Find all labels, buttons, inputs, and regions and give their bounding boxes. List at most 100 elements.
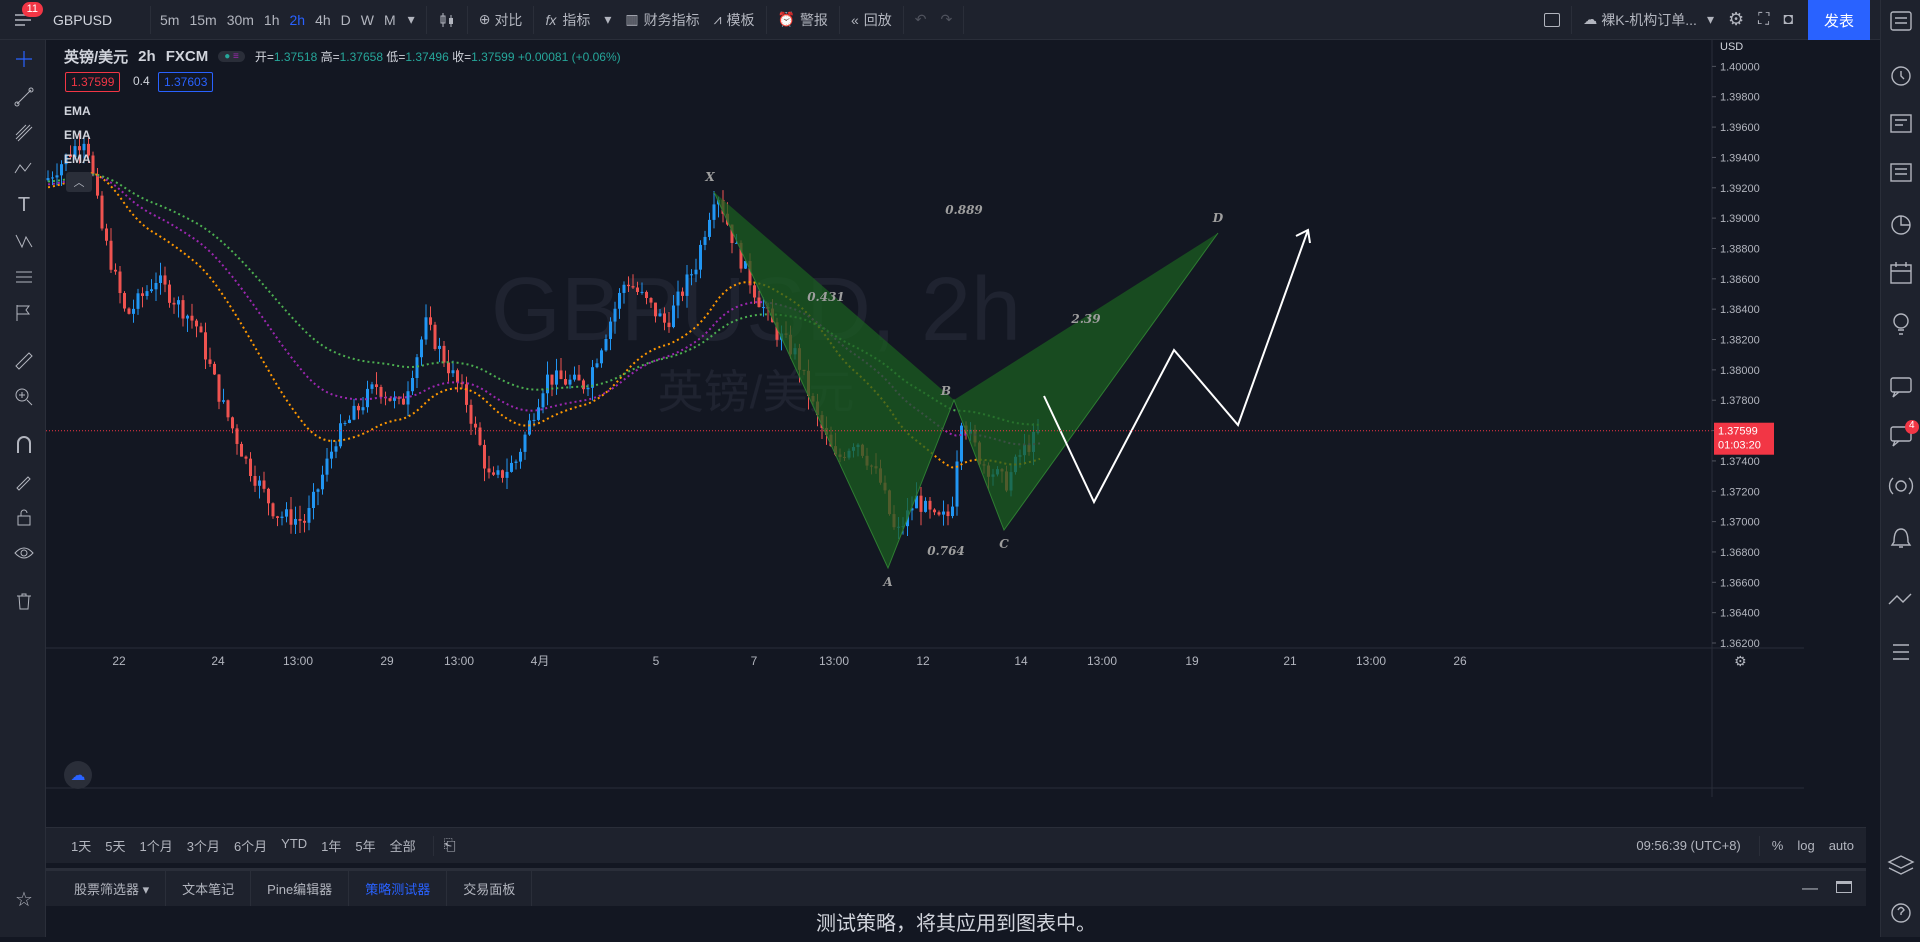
price-chart[interactable]: GBPUSD, 2h英镑/美元XABCD0.4310.8890.7642.391… (46, 40, 1804, 837)
time-tick-label: 13:00 (1356, 654, 1386, 668)
watchlist-icon[interactable] (1890, 11, 1912, 31)
range-button[interactable]: 5年 (348, 836, 382, 855)
interval-D[interactable]: D (336, 0, 356, 40)
maximize-panel-button[interactable] (1836, 881, 1852, 896)
hide-tool[interactable] (13, 542, 35, 564)
candle-body (753, 285, 756, 298)
tab-4[interactable]: 交易面板 (447, 871, 533, 906)
interval-30m[interactable]: 30m (222, 0, 259, 40)
menu-button[interactable]: 11 (0, 0, 46, 40)
range-button[interactable]: 5天 (98, 836, 132, 855)
interval-2h[interactable]: 2h (285, 0, 311, 40)
percent-scale-button[interactable]: % (1772, 838, 1784, 853)
layers-icon[interactable] (1887, 855, 1915, 875)
close-value: 1.37599 (471, 50, 515, 64)
tab-1[interactable]: 文本笔记 (166, 871, 252, 906)
log-scale-button[interactable]: log (1797, 838, 1814, 853)
interval-M[interactable]: M (379, 0, 401, 40)
fib-tool[interactable] (13, 122, 35, 144)
ruler-tool[interactable] (13, 350, 35, 372)
magnet-tool[interactable] (13, 434, 35, 456)
minimize-panel-button[interactable]: — (1802, 880, 1818, 898)
legend-title[interactable]: 英镑/美元 (64, 46, 128, 67)
xabcd-tool[interactable] (13, 230, 35, 252)
zoom-tool[interactable] (13, 386, 35, 408)
symbol-search[interactable]: GBPUSD (46, 0, 146, 40)
templates-button[interactable]: ⩘ 模板 (707, 0, 762, 40)
chart-pane[interactable]: GBPUSD, 2h 英镑/美元 X A B C D 0.431 0.889 0.764 2.39 1… (46, 40, 1804, 837)
pattern-point-B: B (940, 384, 951, 398)
prediction-tool[interactable] (13, 266, 35, 288)
axis-settings-icon[interactable]: ⚙ (1734, 654, 1747, 670)
lock-tool[interactable] (13, 506, 35, 528)
sell-price-button[interactable]: 1.37599 (65, 72, 121, 92)
signals-icon[interactable] (1888, 477, 1914, 495)
range-button[interactable]: 1个月 (132, 836, 179, 855)
favorites-tool[interactable]: ☆ (13, 888, 35, 911)
time-tick-label: 24 (211, 654, 225, 668)
candle-body (375, 384, 378, 388)
ema-legend-3[interactable]: EMA (64, 152, 91, 166)
candle-body (46, 178, 50, 181)
alarm-clock-icon[interactable] (1891, 66, 1911, 86)
calendar-icon[interactable] (1890, 262, 1912, 284)
chat-icon[interactable] (1890, 377, 1912, 398)
pattern-tool[interactable] (13, 158, 35, 180)
price-tick-label: 1.36800 (1720, 547, 1760, 559)
undo-button[interactable]: ↶ (908, 0, 934, 40)
snapshot-button[interactable]: ◘ (1776, 0, 1800, 40)
financials-button[interactable]: ▥ 财务指标 (618, 0, 706, 40)
crosshair-tool[interactable] (13, 48, 35, 70)
buy-price-button[interactable]: 1.37603 (158, 72, 214, 92)
goto-date-button[interactable]: ⎗ (444, 837, 456, 854)
interval-1h[interactable]: 1h (259, 0, 285, 40)
interval-W[interactable]: W (356, 0, 379, 40)
candle-style-button[interactable] (431, 0, 463, 40)
layout-toggle-button[interactable] (1537, 0, 1567, 40)
list-icon[interactable] (1890, 163, 1912, 182)
collapse-legend-button[interactable]: ︿ (66, 172, 92, 192)
range-button[interactable]: 全部 (383, 836, 423, 855)
interval-15m[interactable]: 15m (184, 0, 221, 40)
pattern-ratio: 2.39 (1070, 312, 1101, 326)
range-button[interactable]: 3个月 (180, 836, 227, 855)
range-button[interactable]: YTD (274, 836, 314, 855)
icon-tool[interactable] (13, 302, 35, 324)
pine-icon[interactable] (1888, 593, 1912, 605)
compare-button[interactable]: ⊕ 对比 (472, 0, 530, 40)
bell-icon[interactable] (1890, 528, 1912, 548)
help-icon[interactable] (1891, 903, 1911, 923)
interval-4h[interactable]: 4h (310, 0, 336, 40)
interval-dropdown[interactable]: ▾ (401, 0, 422, 40)
interval-5m[interactable]: 5m (155, 0, 184, 40)
range-button[interactable]: 6个月 (227, 836, 274, 855)
publish-button[interactable]: 发表 (1808, 0, 1870, 40)
range-button[interactable]: 1年 (314, 836, 348, 855)
settings-button[interactable]: ⚙ (1721, 0, 1751, 40)
text-tool[interactable]: T (13, 194, 35, 216)
range-button[interactable]: 1天 (64, 836, 98, 855)
alert-button[interactable]: ⏰ 警报 (771, 0, 835, 40)
ema-legend-2[interactable]: EMA (64, 128, 91, 142)
delete-tool[interactable] (13, 590, 35, 612)
clock[interactable]: 09:56:39 (UTC+8) (1636, 838, 1740, 853)
auto-scale-button[interactable]: auto (1829, 838, 1854, 853)
cloud-logo-button[interactable]: ☁ (64, 761, 92, 789)
layout-name-button[interactable]: ☁ 裸K-机构订单... ▾ (1576, 0, 1721, 40)
tab-0[interactable]: 股票筛选器 ▾ (58, 871, 167, 906)
ideas-icon[interactable] (1893, 313, 1909, 335)
indicators-button[interactable]: fx 指标 ▾ (538, 0, 618, 40)
news-icon[interactable] (1890, 114, 1912, 133)
candle-body (429, 317, 432, 325)
replay-button[interactable]: «回放 (844, 0, 899, 40)
fullscreen-button[interactable]: ⛶ (1751, 0, 1776, 40)
tab-2[interactable]: Pine编辑器 (251, 871, 350, 906)
tab-3[interactable]: 策略测试器 (349, 871, 448, 906)
keep-drawing-tool[interactable] (13, 470, 35, 492)
market-status-toggle[interactable]: ● ≡ (218, 51, 245, 62)
trendline-tool[interactable] (13, 86, 35, 108)
redo-button[interactable]: ↷ (933, 0, 959, 40)
data-window-icon[interactable] (1893, 644, 1909, 660)
ema-legend-1[interactable]: EMA (64, 104, 91, 118)
hotlist-icon[interactable] (1891, 215, 1911, 235)
